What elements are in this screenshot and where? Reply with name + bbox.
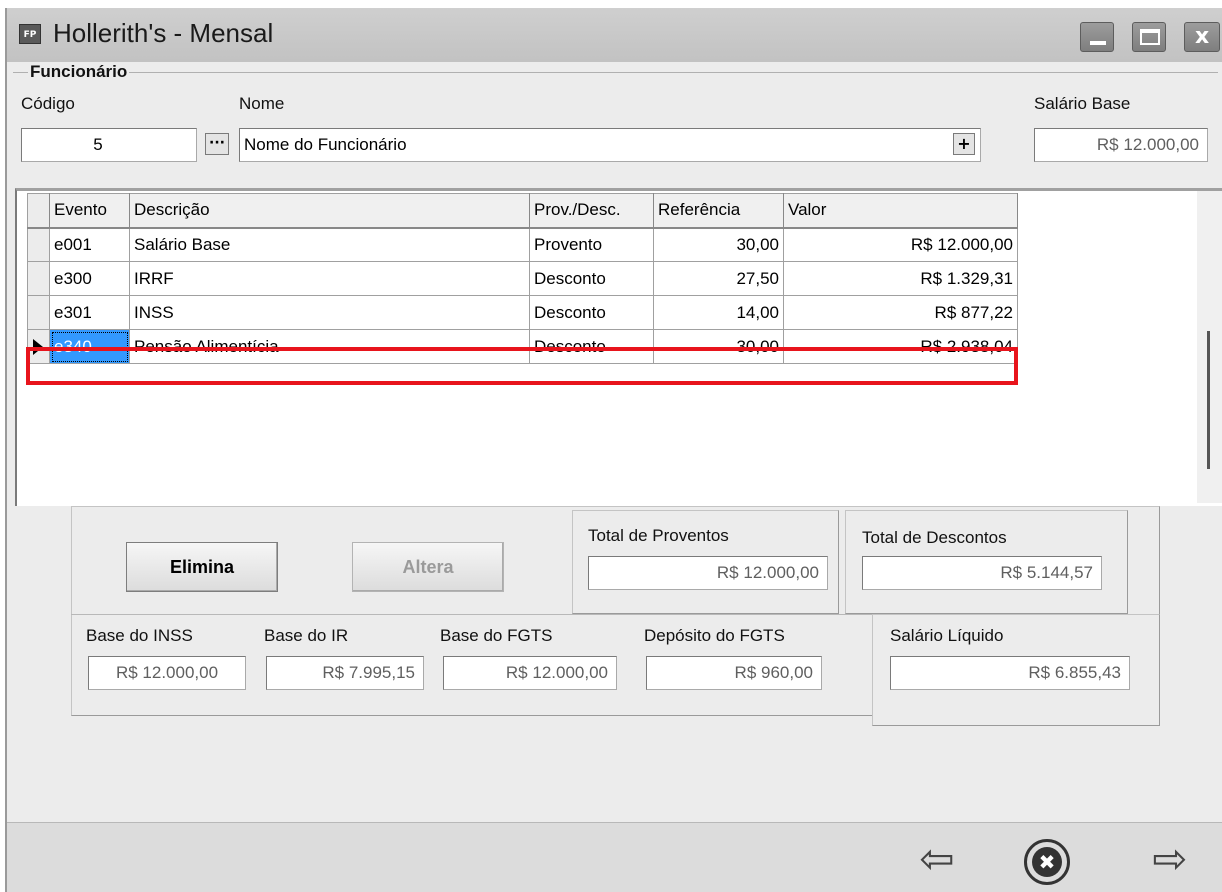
eventos-table: Evento Descrição Prov./Desc. Referência … [27,193,1018,364]
footer-bar: ⇦ ✖ ⇨ [7,822,1222,892]
base-fgts-field: R$ 12.000,00 [443,656,617,690]
base-fgts-label: Base do FGTS [440,626,553,645]
divider [71,614,872,615]
evento-cell[interactable]: e301 [49,295,130,330]
column-header-descricao[interactable]: Descrição [129,193,530,229]
column-header-evento[interactable]: Evento [49,193,130,229]
tipo-cell[interactable]: Provento [529,227,654,262]
altera-button[interactable]: Altera [352,542,504,592]
maximize-icon [1140,29,1160,45]
minimize-button[interactable] [1080,22,1114,52]
funcionario-group [13,72,1218,182]
table-row[interactable]: e001 Salário Base Provento 30,00 R$ 12.0… [27,227,1018,262]
total-descontos-field: R$ 5.144,57 [862,556,1102,590]
referencia-cell[interactable]: 14,00 [653,295,784,330]
salario-base-field: R$ 12.000,00 [1034,128,1208,162]
minimize-icon [1090,41,1106,45]
referencia-cell[interactable]: 30,00 [653,227,784,262]
row-indicator[interactable] [27,261,50,296]
codigo-label: Código [21,94,75,113]
cancel-button[interactable]: ✖ [1024,839,1070,885]
nome-label: Nome [239,94,285,113]
salario-base-label: Salário Base [1034,94,1131,113]
valor-cell[interactable]: R$ 877,22 [783,295,1018,330]
referencia-cell[interactable]: 27,50 [653,261,784,296]
close-icon: x [1195,24,1210,49]
evento-cell[interactable]: e300 [49,261,130,296]
base-inss-field: R$ 12.000,00 [88,656,246,690]
descricao-cell[interactable]: IRRF [129,261,530,296]
close-window-button[interactable]: x [1184,22,1220,52]
tipo-cell[interactable]: Desconto [529,261,654,296]
funcionario-group-label: Funcionário [28,62,130,82]
previous-arrow-icon[interactable]: ⇦ [909,829,965,889]
codigo-input[interactable]: 5 [21,128,197,162]
nome-input[interactable]: Nome do Funcionário [239,128,981,162]
eventos-grid[interactable]: Evento Descrição Prov./Desc. Referência … [15,188,1222,506]
column-header-prov-desc[interactable]: Prov./Desc. [529,193,654,229]
row-indicator-header [27,193,50,229]
hollerith-window: FP Hollerith's - Mensal x Funcionário Có… [5,8,1222,892]
table-row[interactable]: e301 INSS Desconto 14,00 R$ 877,22 [27,295,1018,330]
base-ir-field: R$ 7.995,15 [266,656,424,690]
base-ir-label: Base do IR [264,626,349,645]
column-header-valor[interactable]: Valor [783,193,1018,229]
next-arrow-icon[interactable]: ⇨ [1142,829,1198,889]
altera-button-label: Altera [402,557,454,577]
codigo-lookup-button[interactable]: ··· [205,133,229,155]
total-proventos-label: Total de Proventos [588,526,729,545]
evento-cell[interactable]: e001 [49,227,130,262]
descricao-cell[interactable]: Salário Base [129,227,530,262]
descricao-cell[interactable]: INSS [129,295,530,330]
valor-cell[interactable]: R$ 12.000,00 [783,227,1018,262]
total-proventos-field: R$ 12.000,00 [588,556,828,590]
valor-cell[interactable]: R$ 1.329,31 [783,261,1018,296]
deposito-fgts-field: R$ 960,00 [646,656,822,690]
table-row[interactable]: e300 IRRF Desconto 27,50 R$ 1.329,31 [27,261,1018,296]
row-highlight-box [26,347,1018,385]
total-descontos-label: Total de Descontos [862,528,1007,547]
base-inss-label: Base do INSS [86,626,193,645]
window-title: Hollerith's - Mensal [53,18,274,48]
salario-liquido-label: Salário Líquido [890,626,1004,645]
row-indicator[interactable] [27,227,50,262]
cancel-icon: ✖ [1032,847,1062,877]
add-funcionario-button[interactable]: + [953,133,975,155]
column-header-referencia[interactable]: Referência [653,193,784,229]
title-bar[interactable]: FP Hollerith's - Mensal x [7,8,1222,62]
row-indicator[interactable] [27,295,50,330]
grid-header-row: Evento Descrição Prov./Desc. Referência … [27,193,1018,229]
maximize-button[interactable] [1132,22,1166,52]
salario-liquido-field: R$ 6.855,43 [890,656,1130,690]
deposito-fgts-label: Depósito do FGTS [644,626,785,645]
tipo-cell[interactable]: Desconto [529,295,654,330]
app-icon: FP [19,24,41,44]
elimina-button-label: Elimina [169,557,235,577]
elimina-button[interactable]: Elimina [126,542,278,592]
grid-scrollbar-thumb[interactable] [1207,331,1210,469]
